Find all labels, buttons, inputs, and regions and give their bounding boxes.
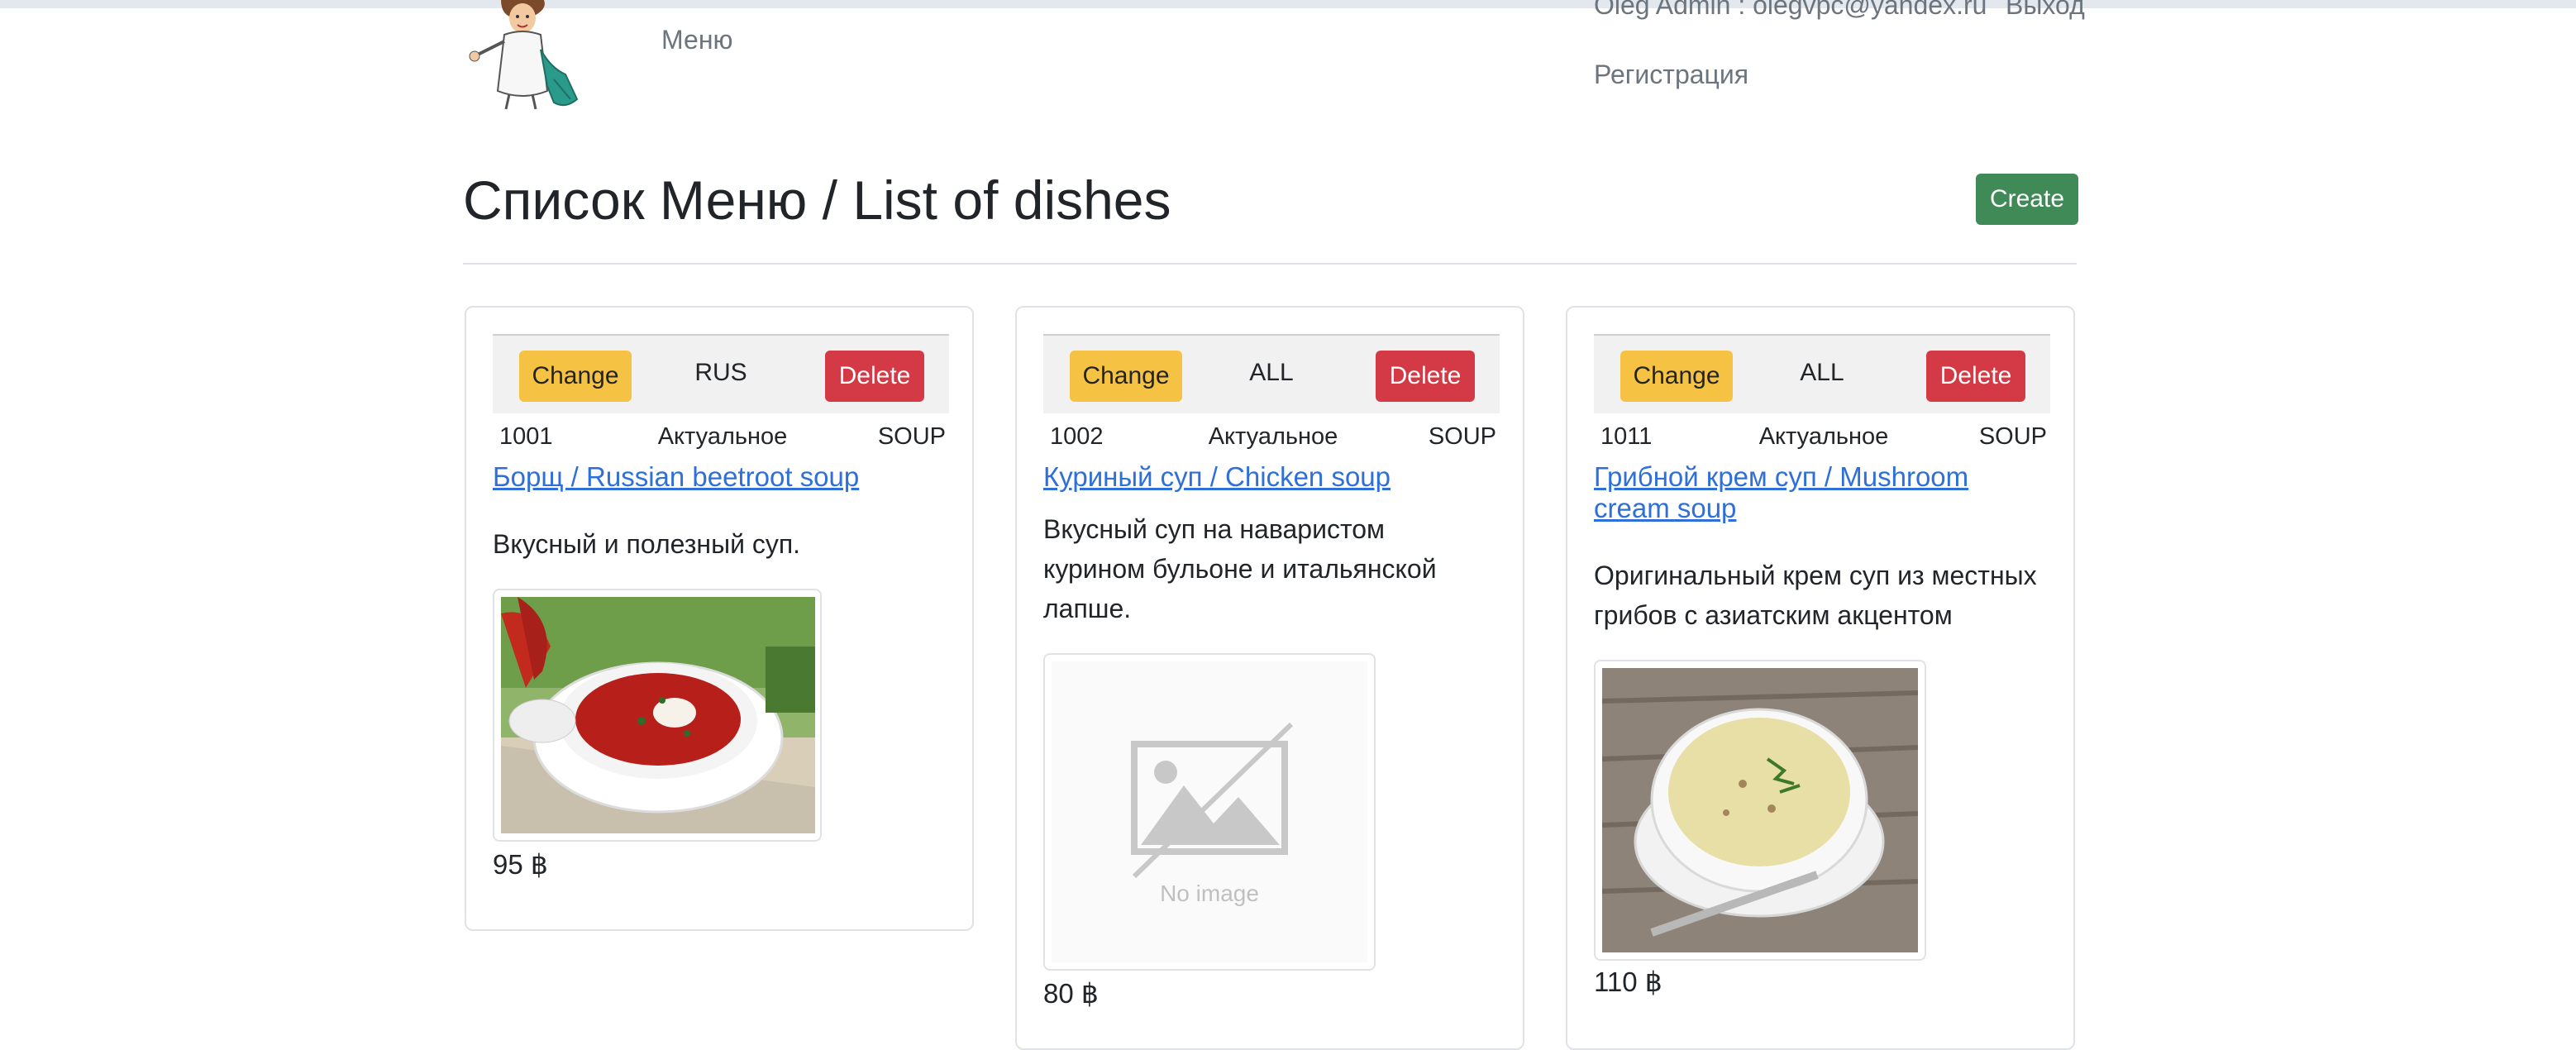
register-link[interactable]: Регистрация xyxy=(1594,60,1748,90)
dish-image[interactable] xyxy=(1594,660,1926,961)
user-info[interactable]: Oleg Admin : olegvpc@yandex.ru xyxy=(1594,0,1987,21)
dish-meta: 1011 Актуальное SOUP xyxy=(1600,423,2047,456)
dish-name-link[interactable]: Борщ / Russian beetroot soup xyxy=(493,461,939,493)
dish-image[interactable]: No image xyxy=(1043,653,1376,971)
card-header: Change ALL Delete xyxy=(1594,334,2050,413)
logout-link[interactable]: Выход xyxy=(2006,0,2085,21)
title-divider xyxy=(463,263,2077,265)
create-button[interactable]: Create xyxy=(1976,174,2078,225)
card-header: Change ALL Delete xyxy=(1043,334,1500,413)
dish-card: Change ALL Delete 1002 Актуальное SOUP К… xyxy=(1015,306,1524,1050)
no-image-text: No image xyxy=(1160,881,1259,906)
dish-meta: 1002 Актуальное SOUP xyxy=(1050,423,1496,456)
browser-top-strip xyxy=(0,0,2576,8)
dish-type: SOUP xyxy=(877,423,946,450)
dish-image[interactable] xyxy=(493,589,822,842)
dish-meta: 1001 Актуальное SOUP xyxy=(499,423,946,456)
dish-name-link[interactable]: Куриный суп / Chicken soup xyxy=(1043,461,1490,493)
delete-button[interactable]: Delete xyxy=(825,351,924,402)
dish-description: Оригинальный крем суп из местных грибов … xyxy=(1594,561,2037,630)
dish-type: SOUP xyxy=(1428,423,1496,450)
no-image-icon: No image xyxy=(1052,661,1367,962)
dish-price: 95 ฿ xyxy=(493,849,548,880)
dish-card: Change RUS Delete 1001 Актуальное SOUP Б… xyxy=(465,306,974,931)
dish-type: SOUP xyxy=(1978,423,2047,450)
mushroom-soup-photo xyxy=(1602,668,1918,952)
delete-button[interactable]: Delete xyxy=(1376,351,1475,402)
delete-button[interactable]: Delete xyxy=(1926,351,2025,402)
dish-card: Change ALL Delete 1011 Актуальное SOUP Г… xyxy=(1566,306,2075,1050)
dish-description: Вкусный суп на наваристом курином бульон… xyxy=(1043,514,1437,623)
dish-name-link[interactable]: Грибной крем суп / Mushroom cream soup xyxy=(1594,461,2040,524)
dish-price: 80 ฿ xyxy=(1043,978,1099,1009)
dish-description: Вкусный и полезный суп. xyxy=(493,529,801,559)
chef-logo[interactable] xyxy=(468,0,592,116)
borscht-photo xyxy=(501,597,815,833)
page-title: Список Меню / List of dishes xyxy=(463,169,1171,231)
nav-menu-link[interactable]: Меню xyxy=(661,25,732,55)
card-header: Change RUS Delete xyxy=(493,334,949,413)
dish-price: 110 ฿ xyxy=(1594,966,1662,997)
